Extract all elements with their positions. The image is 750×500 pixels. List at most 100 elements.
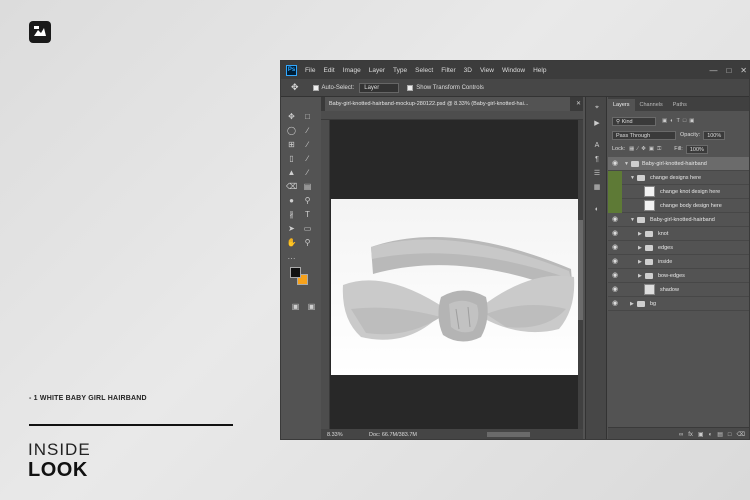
layer-row[interactable]: ▼ change designs here [608, 171, 749, 185]
menu-image[interactable]: Image [343, 67, 361, 74]
menu-type[interactable]: Type [393, 67, 407, 74]
lasso-icon[interactable]: ◯ [286, 125, 297, 136]
paragraph-icon[interactable]: ¶ [592, 155, 602, 165]
actions-icon[interactable]: ▶ [592, 119, 602, 129]
link-layers-icon[interactable]: ∞ [679, 432, 683, 438]
eye-icon[interactable]: ◉ [612, 300, 620, 308]
auto-select-checkbox[interactable] [312, 84, 319, 91]
menu-view[interactable]: View [480, 67, 494, 74]
transform-controls-checkbox[interactable] [407, 84, 414, 91]
layer-row[interactable]: ◉ shadow [608, 283, 749, 297]
tab-paths[interactable]: Paths [668, 99, 692, 111]
vertical-scroll-thumb[interactable] [578, 220, 583, 320]
dodge-icon[interactable]: ⚲ [302, 195, 313, 206]
vertical-scrollbar[interactable] [578, 120, 583, 429]
opacity-field[interactable]: 100% [703, 130, 726, 140]
filter-kind-dropdown[interactable]: ⚲ Kind [612, 116, 656, 126]
menu-help[interactable]: Help [533, 67, 546, 74]
canvas-area[interactable] [321, 111, 583, 429]
layer-row[interactable]: change body design here [608, 199, 749, 213]
add-mask-icon[interactable]: ▣ [698, 431, 704, 438]
type-icon[interactable]: T [302, 209, 313, 220]
expand-arrow-icon[interactable]: ▼ [630, 217, 635, 223]
layer-row[interactable]: ◉ ▶ inside [608, 255, 749, 269]
close-icon[interactable]: ✕ [740, 66, 747, 75]
expand-arrow-icon[interactable]: ▶ [638, 259, 642, 265]
minimize-icon[interactable]: — [709, 66, 717, 75]
fx-icon[interactable]: fx [688, 432, 693, 438]
fill-field[interactable]: 100% [685, 144, 708, 154]
menu-file[interactable]: File [305, 67, 315, 74]
blur-icon[interactable]: ● [286, 195, 297, 206]
history-brush-icon[interactable]: ∕ [302, 167, 313, 178]
foreground-color-swatch[interactable] [290, 267, 301, 278]
new-group-icon[interactable]: ▤ [717, 431, 723, 438]
layer-row[interactable]: ◉ ▼ Baby-girl-knotted-hairband [608, 157, 749, 171]
character-icon[interactable]: A [592, 141, 602, 151]
properties-icon[interactable]: ☰ [592, 169, 602, 179]
libraries-icon[interactable]: ▦ [592, 183, 602, 193]
eraser-icon[interactable]: ⌫ [286, 181, 297, 192]
expand-arrow-icon[interactable]: ▼ [630, 175, 635, 181]
menu-filter[interactable]: Filter [441, 67, 455, 74]
menu-3d[interactable]: 3D [464, 67, 472, 74]
tab-layers[interactable]: Layers [608, 99, 635, 111]
horizontal-scroll-thumb[interactable] [487, 432, 530, 437]
expand-arrow-icon[interactable]: ▼ [624, 161, 629, 167]
healing-icon[interactable]: ▯ [286, 153, 297, 164]
eye-icon[interactable]: ◉ [612, 258, 620, 266]
layer-row[interactable]: ◉ ▶ knot [608, 227, 749, 241]
eye-icon[interactable]: ◉ [612, 286, 620, 294]
maximize-icon[interactable]: □ [726, 66, 731, 75]
pen-icon[interactable]: ∦ [286, 209, 297, 220]
lock-icons[interactable]: ▦∕✥▣⚿ [629, 146, 664, 153]
tab-channels[interactable]: Channels [635, 99, 668, 111]
filter-type-icons[interactable]: ▣◐T□▣ [662, 118, 697, 124]
layer-row[interactable]: ◉ ▶ bg [608, 297, 749, 311]
move-tool-icon[interactable]: ✥ [291, 82, 299, 93]
auto-select-dropdown[interactable]: Layer [359, 82, 400, 93]
eyedropper-icon[interactable]: ∕ [302, 139, 313, 150]
adjustments-icon[interactable]: ◐ [592, 205, 602, 215]
expand-arrow-icon[interactable]: ▶ [638, 245, 642, 251]
eye-icon[interactable]: ◉ [612, 244, 620, 252]
menu-edit[interactable]: Edit [323, 67, 334, 74]
eye-icon[interactable]: ◉ [612, 216, 620, 224]
close-document-icon[interactable]: ✕ [576, 97, 581, 111]
layer-row[interactable]: ◉ ▶ bow-edges [608, 269, 749, 283]
gradient-icon[interactable]: ▤ [302, 181, 313, 192]
quick-mask-icon[interactable]: ▣ [290, 301, 301, 312]
brush-select-icon[interactable]: ∕ [302, 125, 313, 136]
eye-icon[interactable]: ◉ [612, 160, 620, 168]
delete-layer-icon[interactable]: ⌫ [737, 431, 745, 438]
zoom-level[interactable]: 8.33% [327, 432, 343, 438]
expand-arrow-icon[interactable]: ▶ [630, 301, 634, 307]
menu-window[interactable]: Window [502, 67, 525, 74]
new-layer-icon[interactable]: □ [728, 432, 732, 438]
layer-row[interactable]: ◉ ▼ Baby-girl-knotted-hairband [608, 213, 749, 227]
expand-arrow-icon[interactable]: ▶ [638, 231, 642, 237]
path-select-icon[interactable]: ➤ [286, 223, 297, 234]
expand-arrow-icon[interactable]: ▶ [638, 273, 642, 279]
menu-layer[interactable]: Layer [369, 67, 385, 74]
crop-icon[interactable]: ⊞ [286, 139, 297, 150]
zoom-icon[interactable]: ⚲ [302, 237, 313, 248]
stamp-icon[interactable]: ▲ [286, 167, 297, 178]
history-icon[interactable]: ⌖ [592, 103, 602, 113]
more-tools-icon[interactable]: ··· [286, 253, 297, 264]
screen-mode-icon[interactable]: ▣ [306, 301, 317, 312]
canvas-image[interactable] [331, 199, 578, 375]
menu-select[interactable]: Select [415, 67, 433, 74]
marquee-icon[interactable]: □ [302, 111, 313, 122]
rectangle-icon[interactable]: ▭ [302, 223, 313, 234]
adjustment-layer-icon[interactable]: ◐ [709, 432, 713, 438]
brush-icon[interactable]: ∕ [302, 153, 313, 164]
move-icon[interactable]: ✥ [286, 111, 297, 122]
blend-mode-dropdown[interactable]: Pass Through [612, 130, 676, 140]
eye-icon[interactable]: ◉ [612, 230, 620, 238]
hand-icon[interactable]: ✋ [286, 237, 297, 248]
layer-row[interactable]: change knot design here [608, 185, 749, 199]
layer-row[interactable]: ◉ ▶ edges [608, 241, 749, 255]
eye-icon[interactable]: ◉ [612, 272, 620, 280]
document-tab[interactable]: Baby-girl-knotted-hairband-mockup-280122… [325, 97, 570, 111]
